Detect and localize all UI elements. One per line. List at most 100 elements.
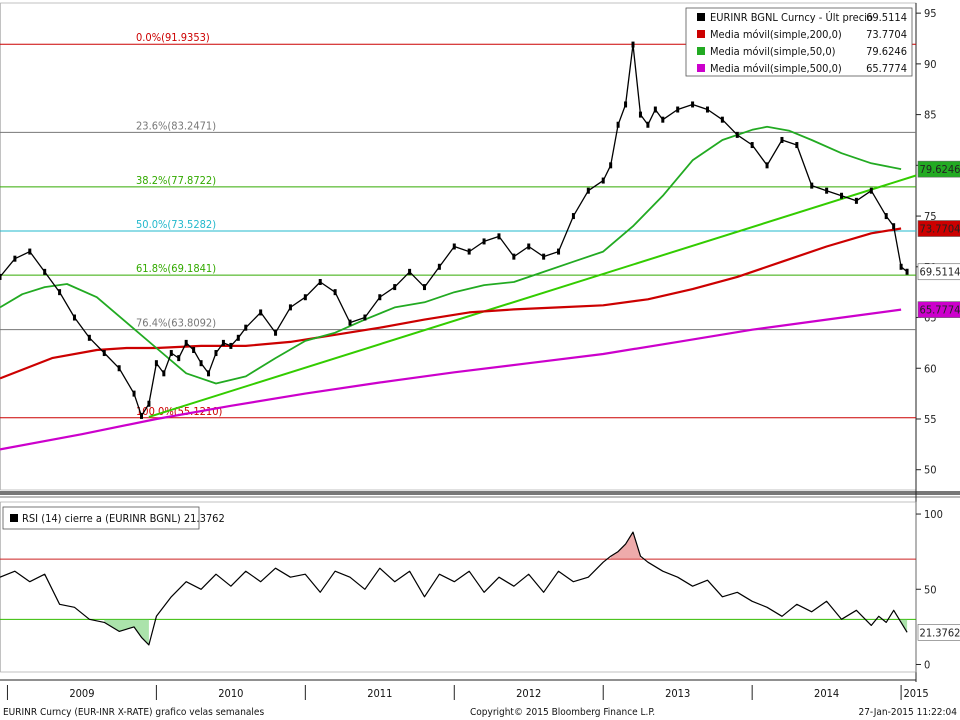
- panel-separator: [0, 491, 960, 495]
- price-point: [571, 213, 575, 220]
- price-point: [28, 248, 32, 255]
- price-point: [132, 390, 136, 397]
- rsi-legend: RSI (14) cierre a (EURINR BGNL) 21.3762: [2, 506, 225, 530]
- price-point: [542, 253, 546, 260]
- price-point: [482, 238, 486, 245]
- rsi-y-tick-label: 100: [924, 508, 943, 521]
- price-y-tick-label: 60: [924, 362, 937, 375]
- price-value-tag-label: 65.7774: [920, 304, 960, 317]
- time-axis-year-label: 2013: [665, 687, 690, 700]
- price-point: [333, 289, 337, 296]
- price-point: [452, 243, 456, 250]
- price-point: [467, 248, 471, 255]
- price-value-tag-label: 73.7704: [920, 223, 960, 236]
- time-axis-year-label: 2011: [367, 687, 392, 700]
- price-point: [154, 360, 158, 367]
- legend-swatch: [697, 13, 705, 21]
- price-point: [854, 197, 858, 204]
- price-point: [229, 342, 233, 349]
- price-point: [102, 350, 106, 357]
- price-point: [236, 334, 240, 341]
- footer-left-text: EURINR Curncy (EUR-INR X-RATE) grafico v…: [3, 707, 264, 718]
- legend-value: 65.7774: [866, 62, 907, 75]
- price-point: [557, 248, 561, 255]
- fibonacci-level-label: 0.0%(91.9353): [136, 31, 210, 44]
- legend-swatch: [697, 30, 705, 38]
- price-y-tick-label: 55: [924, 413, 937, 426]
- footer-copyright-text: Copyright© 2015 Bloomberg Finance L.P.: [470, 707, 655, 718]
- time-axis-year-label: 2010: [218, 687, 243, 700]
- price-point: [624, 101, 628, 108]
- price-point: [884, 213, 888, 220]
- fibonacci-level-label: 50.0%(73.5282): [136, 218, 216, 231]
- price-point: [408, 268, 412, 275]
- price-point: [899, 263, 903, 270]
- time-axis-year-label: 2012: [516, 687, 541, 700]
- price-point: [869, 187, 873, 194]
- price-point: [586, 187, 590, 194]
- price-point: [177, 355, 181, 362]
- price-point: [653, 106, 657, 113]
- price-point: [288, 304, 292, 311]
- price-point: [72, 314, 76, 321]
- price-point: [512, 253, 516, 260]
- price-point: [259, 309, 263, 316]
- price-point: [207, 370, 211, 377]
- price-point: [43, 268, 47, 275]
- price-point: [795, 142, 799, 149]
- time-axis-year-label: 2014: [814, 687, 839, 700]
- rsi-legend-label: RSI (14) cierre a (EURINR BGNL) 21.3762: [22, 512, 225, 525]
- rsi-y-tick-label: 0: [924, 658, 930, 671]
- price-point: [810, 182, 814, 189]
- price-point: [393, 284, 397, 291]
- price-point: [221, 339, 225, 346]
- time-axis-year-label: 2009: [69, 687, 94, 700]
- price-y-tick-label: 95: [924, 7, 937, 20]
- price-point: [892, 223, 896, 230]
- price-value-tag-label: 69.5114: [920, 266, 960, 279]
- price-point: [184, 339, 188, 346]
- price-point: [244, 324, 248, 331]
- price-point: [147, 400, 151, 407]
- price-point: [765, 162, 769, 169]
- price-point: [214, 350, 218, 357]
- price-legend: EURINR BGNL Curncy - Últ precio69.5114 Me…: [685, 7, 913, 77]
- price-point: [363, 314, 367, 321]
- price-point: [750, 142, 754, 149]
- price-point: [616, 121, 620, 128]
- legend-label: EURINR BGNL Curncy - Últ precio: [710, 11, 873, 24]
- price-point: [274, 329, 278, 336]
- fibonacci-level-label: 23.6%(83.2471): [136, 119, 216, 132]
- price-point: [840, 192, 844, 199]
- price-point: [720, 116, 724, 123]
- rsi-legend-swatch: [10, 514, 18, 522]
- price-point: [705, 106, 709, 113]
- chart-background: [0, 0, 960, 720]
- price-point: [691, 101, 695, 108]
- price-point: [676, 106, 680, 113]
- price-point: [0, 273, 2, 280]
- price-point: [58, 289, 62, 296]
- price-point: [661, 116, 665, 123]
- price-point: [437, 263, 441, 270]
- legend-label: Media móvil(simple,50,0): [710, 45, 836, 58]
- rsi-value-tag-label: 21.3762: [920, 626, 960, 639]
- legend-label: Media móvil(simple,500,0): [710, 62, 842, 75]
- fibonacci-level-label: 76.4%(63.8092): [136, 317, 216, 330]
- legend-label: Media móvil(simple,200,0): [710, 28, 842, 41]
- price-point: [609, 162, 613, 169]
- price-point: [780, 136, 784, 143]
- legend-value: 69.5114: [866, 11, 907, 24]
- price-point: [422, 284, 426, 291]
- price-point: [638, 111, 642, 118]
- price-point: [735, 131, 739, 138]
- rsi-y-tick-label: 50: [924, 583, 937, 596]
- price-y-tick-label: 50: [924, 464, 937, 477]
- fibonacci-level-label: 61.8%(69.1841): [136, 262, 216, 275]
- price-point: [169, 350, 173, 357]
- price-point: [378, 294, 382, 301]
- price-point: [646, 121, 650, 128]
- price-point: [87, 334, 91, 341]
- price-point: [13, 255, 17, 262]
- price-point: [497, 233, 501, 240]
